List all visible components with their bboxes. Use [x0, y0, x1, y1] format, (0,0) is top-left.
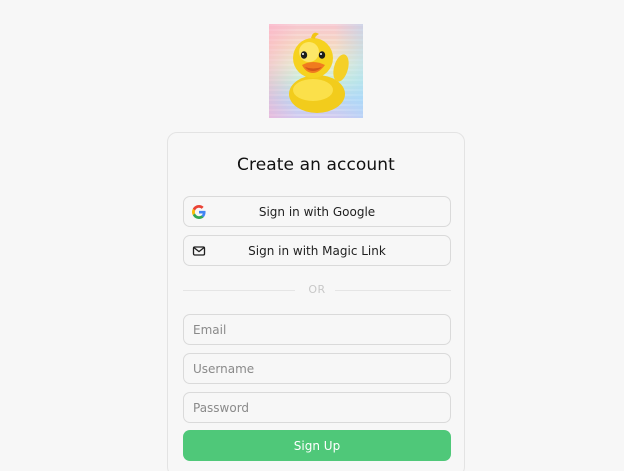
google-signin-button[interactable]: Sign in with Google: [183, 196, 451, 227]
password-field[interactable]: [183, 392, 451, 423]
email-field[interactable]: [183, 314, 451, 345]
magic-link-label: Sign in with Magic Link: [248, 244, 386, 258]
or-divider: OR: [183, 283, 451, 297]
username-field[interactable]: [183, 353, 451, 384]
rubber-duck-icon: [289, 32, 349, 113]
page: Create an account Sign in with Google Si…: [0, 0, 624, 471]
google-signin-label: Sign in with Google: [258, 205, 376, 219]
rubber-duck-logo: [269, 24, 363, 118]
signup-card: Create an account Sign in with Google Si…: [167, 132, 465, 471]
sign-up-button[interactable]: Sign Up: [183, 430, 451, 461]
divider-line-right: [335, 290, 451, 291]
magic-link-button[interactable]: Sign in with Magic Link: [183, 235, 451, 266]
page-title: Create an account: [237, 155, 395, 175]
